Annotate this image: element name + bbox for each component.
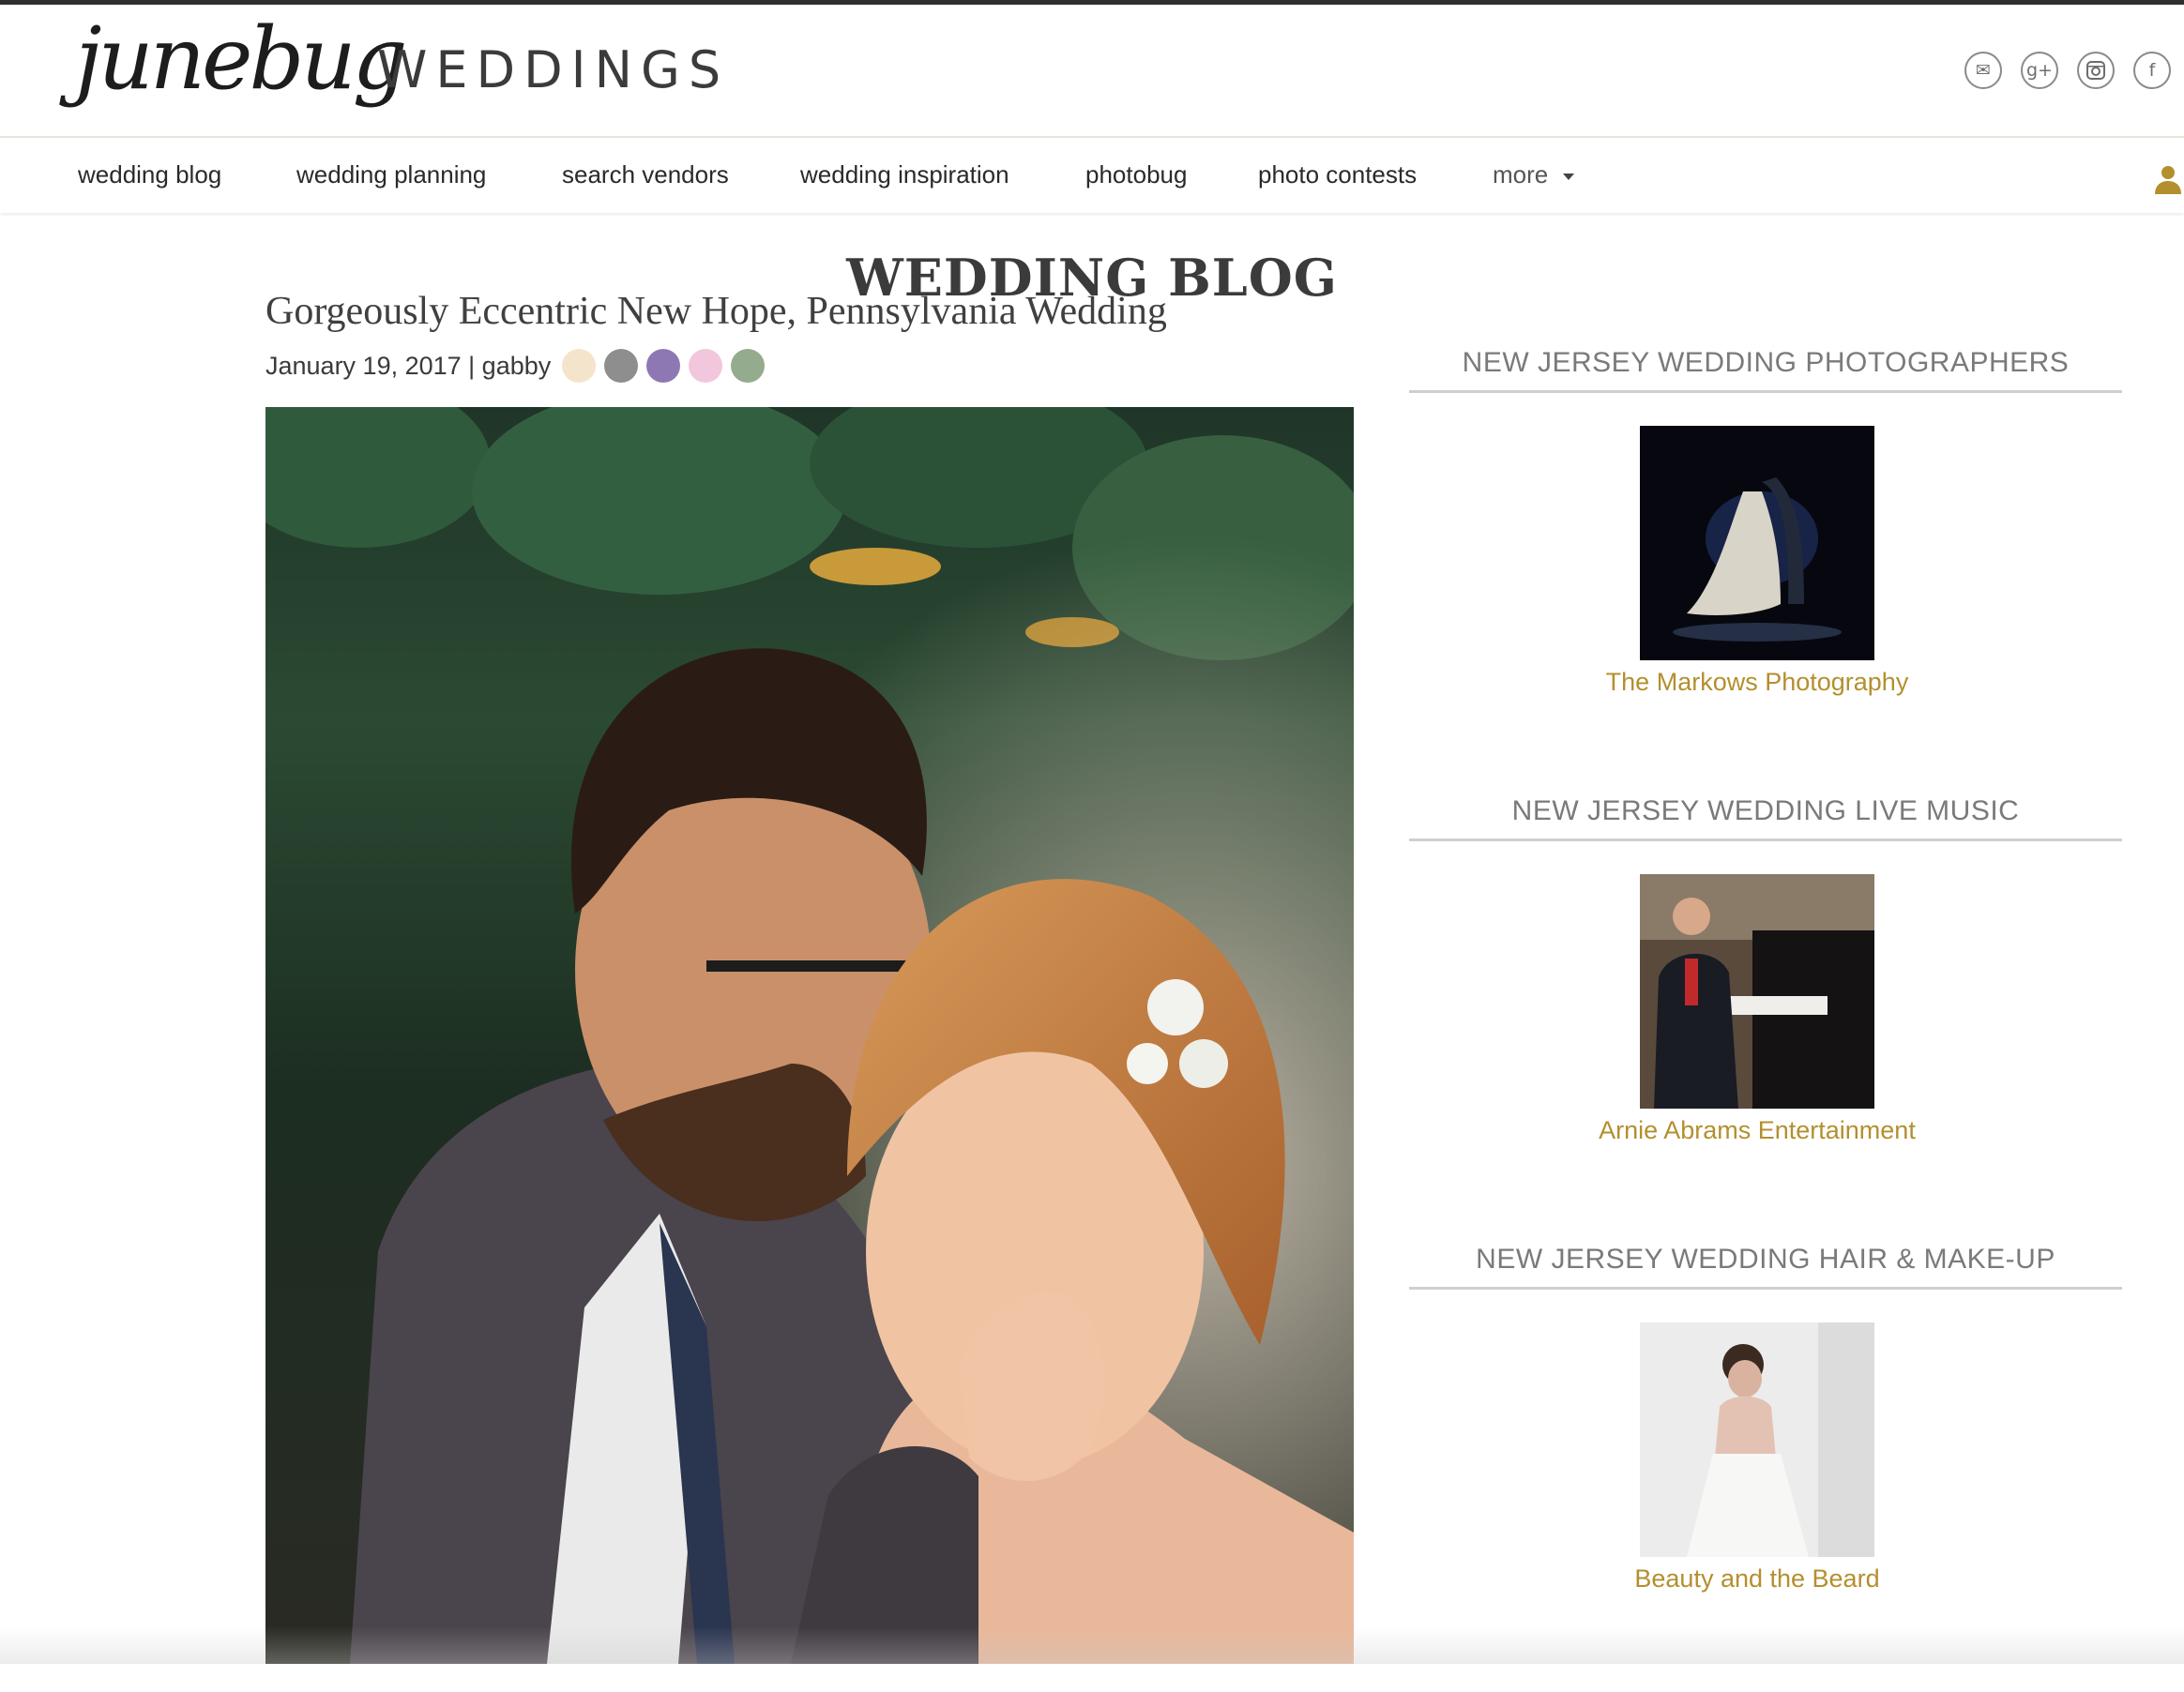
nav-wedding-blog[interactable]: wedding blog — [78, 160, 221, 189]
color-swatch[interactable] — [604, 349, 639, 383]
email-icon[interactable]: ✉ — [1964, 52, 2002, 89]
google-plus-icon[interactable]: g+ — [2021, 52, 2058, 89]
vendor-section-heading[interactable]: NEW JERSEY WEDDING LIVE MUSIC — [1409, 795, 2122, 841]
vendor-section-live-music: NEW JERSEY WEDDING LIVE MUSIC Arnie Abra… — [1409, 795, 2122, 1244]
color-palette — [562, 349, 766, 383]
vendor-name-link[interactable]: Arnie Abrams Entertainment — [1593, 1114, 1921, 1147]
vendor-sidebar: NEW JERSEY WEDDING PHOTOGRAPHERS The Mar… — [1409, 347, 2122, 1692]
vendor-thumbnail[interactable] — [1640, 874, 1874, 1109]
nav-more-dropdown[interactable]: more — [1493, 160, 1575, 189]
logo-wordmark[interactable]: WEDDINGS — [377, 40, 729, 99]
vendor-thumbnail[interactable] — [1640, 1322, 1874, 1557]
user-account-icon[interactable] — [2152, 162, 2184, 194]
vendor-section-heading[interactable]: NEW JERSEY WEDDING HAIR & MAKE-UP — [1409, 1244, 2122, 1290]
instagram-glyph — [2086, 61, 2105, 80]
color-swatch[interactable] — [731, 349, 766, 383]
site-header: junebug WEDDINGS ✉ g+ f — [0, 5, 2184, 138]
couple-portrait-photo — [265, 407, 1354, 1664]
nav-more-label: more — [1493, 160, 1549, 189]
caret-down-icon — [1563, 173, 1575, 180]
vendor-thumbnail[interactable] — [1640, 426, 1874, 660]
color-swatch[interactable] — [689, 349, 723, 383]
post-meta: January 19, 2017 | gabby — [265, 349, 766, 383]
vendor-section-photographers: NEW JERSEY WEDDING PHOTOGRAPHERS The Mar… — [1409, 347, 2122, 795]
post-date-author: January 19, 2017 | gabby — [265, 351, 552, 380]
nav-wedding-planning[interactable]: wedding planning — [296, 160, 486, 189]
vendor-section-hair-makeup: NEW JERSEY WEDDING HAIR & MAKE-UP Beauty… — [1409, 1244, 2122, 1692]
nav-search-vendors[interactable]: search vendors — [562, 160, 729, 189]
vendor-name-link[interactable]: The Markows Photography — [1593, 666, 1921, 699]
color-swatch[interactable] — [562, 349, 597, 383]
logo-script[interactable]: junebug — [75, 16, 408, 102]
vendor-section-heading[interactable]: NEW JERSEY WEDDING PHOTOGRAPHERS — [1409, 347, 2122, 393]
instagram-icon[interactable] — [2077, 52, 2115, 89]
post-title[interactable]: Gorgeously Eccentric New Hope, Pennsylva… — [265, 289, 1167, 334]
facebook-icon[interactable]: f — [2133, 52, 2171, 89]
nav-photo-contests[interactable]: photo contests — [1258, 160, 1417, 189]
bride-back-photo — [1640, 1322, 1874, 1557]
nav-wedding-inspiration[interactable]: wedding inspiration — [800, 160, 1009, 189]
night-couple-photo — [1640, 426, 1874, 660]
nav-photobug[interactable]: photobug — [1085, 160, 1187, 189]
vendor-name-link[interactable]: Beauty and the Beard — [1593, 1563, 1921, 1595]
hero-image[interactable] — [265, 407, 1354, 1664]
color-swatch[interactable] — [646, 349, 681, 383]
main-nav: wedding blog wedding planning search ven… — [0, 138, 2184, 213]
social-links: ✉ g+ f — [1964, 52, 2171, 89]
pianist-photo — [1640, 874, 1874, 1109]
